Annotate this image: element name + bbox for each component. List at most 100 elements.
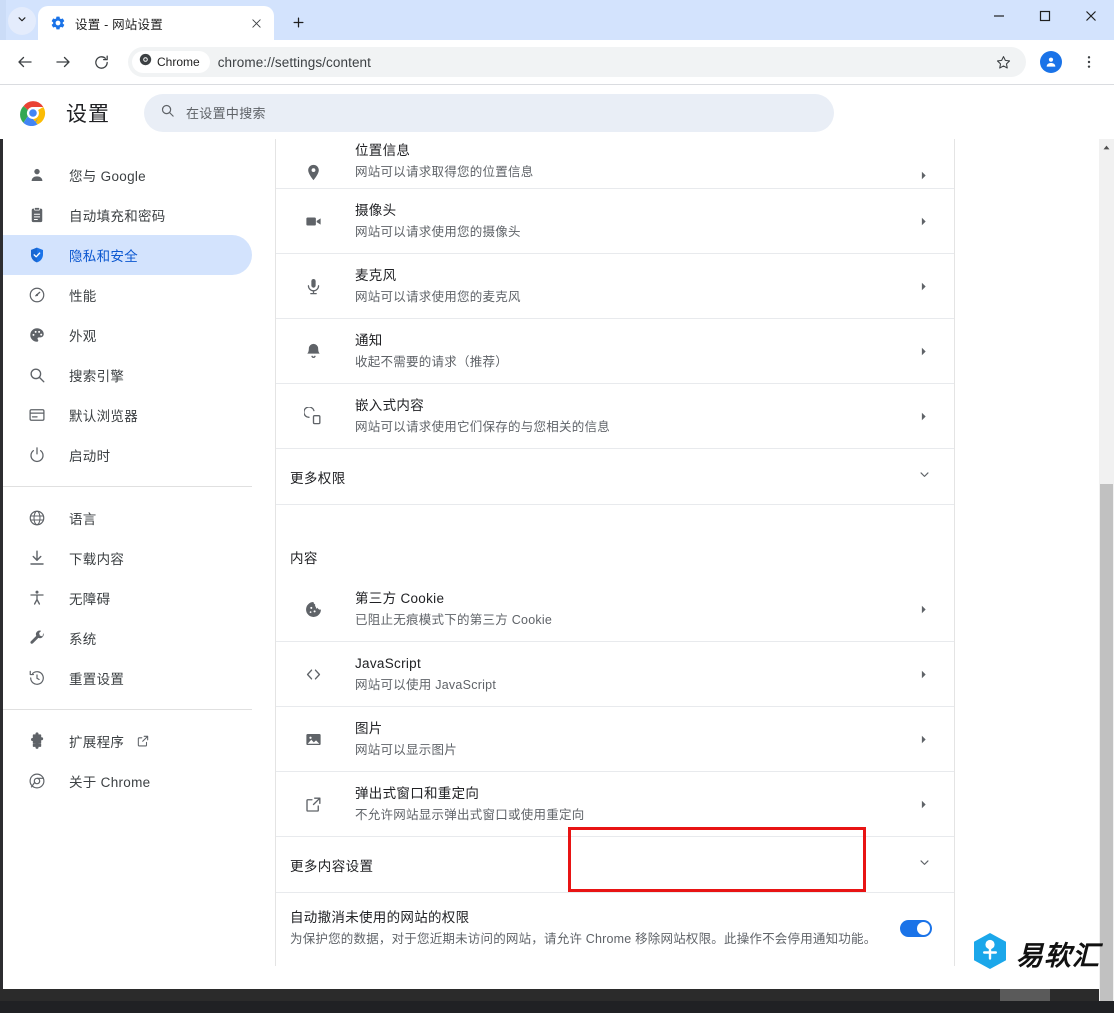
chrome-origin-chip[interactable]: Chrome	[132, 51, 210, 73]
setting-row-subtitle: 收起不需要的请求（推荐）	[355, 354, 509, 369]
sidebar-item-label: 重置设置	[69, 672, 125, 687]
sidebar-item-label: 系统	[69, 632, 97, 647]
wrench-icon	[27, 628, 47, 648]
browser-tab-settings[interactable]: 设置 - 网站设置	[38, 6, 274, 40]
chevron-right-icon[interactable]	[914, 733, 932, 746]
accessibility-icon	[27, 588, 47, 608]
setting-row-popups-redirects[interactable]: 弹出式窗口和重定向 不允许网站显示弹出式窗口或使用重定向	[276, 772, 954, 837]
chevron-right-icon[interactable]	[914, 603, 932, 616]
new-tab-button[interactable]	[284, 8, 312, 36]
setting-row-title: JavaScript	[355, 655, 422, 671]
setting-row-notifications[interactable]: 通知 收起不需要的请求（推荐）	[276, 319, 954, 384]
chevron-right-icon[interactable]	[914, 668, 932, 681]
setting-row-camera[interactable]: 摄像头 网站可以请求使用您的摄像头	[276, 189, 954, 254]
setting-row-location[interactable]: 位置信息 网站可以请求取得您的位置信息	[276, 139, 954, 189]
sidebar-item-label: 语言	[69, 512, 97, 527]
chevron-right-icon[interactable]	[914, 169, 932, 182]
sidebar-item-accessibility[interactable]: 无障碍	[3, 578, 252, 618]
reload-button[interactable]	[86, 47, 116, 77]
setting-row-embedded-content[interactable]: 嵌入式内容 网站可以请求使用它们保存的与您相关的信息	[276, 384, 954, 449]
setting-row-images[interactable]: 图片 网站可以显示图片	[276, 707, 954, 772]
taskbar-segment-active	[1000, 989, 1050, 1001]
sidebar-item-search-engine[interactable]: 搜索引擎	[3, 355, 252, 395]
setting-row-subtitle: 网站可以显示图片	[355, 742, 458, 757]
back-arrow-icon	[18, 56, 32, 68]
sidebar-item-about-chrome[interactable]: 关于 Chrome	[3, 761, 252, 801]
window-controls	[976, 0, 1114, 40]
sidebar-item-label: 无障碍	[69, 592, 111, 607]
settings-body: 您与 Google 自动填充和密码 隐私和安全 性能 外观 搜索引擎 默认浏览器…	[0, 139, 1114, 1001]
chevron-right-icon[interactable]	[914, 345, 932, 358]
person-icon	[27, 165, 47, 185]
setting-row-subtitle: 网站可以请求使用您的摄像头	[355, 224, 521, 239]
tab-strip: 设置 - 网站设置	[0, 0, 1114, 40]
address-bar-url: chrome://settings/content	[217, 54, 372, 70]
maximize-button[interactable]	[1022, 0, 1068, 32]
forward-arrow-icon	[56, 56, 70, 68]
sidebar-item-performance[interactable]: 性能	[3, 275, 252, 315]
plus-icon	[293, 17, 303, 27]
sidebar-item-label: 关于 Chrome	[69, 775, 151, 790]
settings-search-box[interactable]: 在设置中搜索	[144, 93, 834, 132]
expander-more-permissions[interactable]: 更多权限	[276, 449, 954, 505]
setting-row-subtitle: 网站可以请求使用它们保存的与您相关的信息	[355, 419, 611, 434]
section-header-label: 内容	[290, 551, 318, 566]
sidebar-item-extensions[interactable]: 扩展程序	[3, 721, 252, 761]
chevron-down-icon[interactable]	[917, 467, 932, 487]
code-brackets-icon	[302, 665, 324, 684]
chevron-right-icon[interactable]	[914, 280, 932, 293]
setting-row-subtitle: 为保护您的数据，对于您近期未访问的网站，请允许 Chrome 移除网站权限。此操…	[290, 932, 877, 946]
sidebar-item-label: 隐私和安全	[69, 249, 138, 264]
chevron-right-icon[interactable]	[914, 215, 932, 228]
setting-row-title: 摄像头	[355, 202, 397, 218]
scrollbar-thumb[interactable]	[1100, 484, 1113, 1001]
sidebar-item-appearance[interactable]: 外观	[3, 315, 252, 355]
sidebar-item-reset-settings[interactable]: 重置设置	[3, 658, 252, 698]
sidebar-item-label: 启动时	[69, 449, 111, 464]
close-window-button[interactable]	[1068, 0, 1114, 32]
chevron-right-icon[interactable]	[914, 798, 932, 811]
setting-row-auto-revoke-permissions[interactable]: 自动撤消未使用的网站的权限 为保护您的数据，对于您近期未访问的网站，请允许 Ch…	[276, 893, 954, 966]
browser-menu-button[interactable]	[1074, 47, 1104, 77]
sidebar-divider-1	[3, 486, 252, 487]
sidebar-item-you-and-google[interactable]: 您与 Google	[3, 155, 252, 195]
setting-row-title: 位置信息	[355, 143, 411, 158]
address-bar[interactable]: Chrome chrome://settings/content	[128, 47, 1026, 77]
image-icon	[302, 730, 324, 749]
chevron-right-icon[interactable]	[914, 410, 932, 423]
minimize-button[interactable]	[976, 0, 1022, 32]
content-scrollbar[interactable]	[1099, 139, 1114, 1001]
tab-search-button[interactable]	[8, 7, 36, 35]
chevron-down-icon[interactable]	[917, 855, 932, 875]
sidebar-item-on-startup[interactable]: 启动时	[3, 435, 252, 475]
sidebar-item-default-browser[interactable]: 默认浏览器	[3, 395, 252, 435]
setting-row-text: JavaScript 网站可以使用 JavaScript	[355, 654, 914, 695]
open-in-new-icon	[136, 734, 150, 748]
clipboard-icon	[27, 205, 47, 225]
sidebar-item-label: 默认浏览器	[69, 409, 138, 424]
sidebar-item-autofill-passwords[interactable]: 自动填充和密码	[3, 195, 252, 235]
reload-icon	[94, 54, 108, 69]
forward-button[interactable]	[48, 47, 78, 77]
sidebar-item-downloads[interactable]: 下载内容	[3, 538, 252, 578]
setting-row-javascript[interactable]: JavaScript 网站可以使用 JavaScript	[276, 642, 954, 707]
sidebar-item-system[interactable]: 系统	[3, 618, 252, 658]
profile-button[interactable]	[1036, 47, 1066, 77]
close-icon[interactable]	[246, 13, 266, 33]
sidebar-item-languages[interactable]: 语言	[3, 498, 252, 538]
bookmark-button[interactable]	[988, 47, 1018, 77]
sidebar-item-label: 扩展程序	[69, 735, 125, 750]
settings-gear-icon	[50, 15, 66, 31]
expander-more-content-settings[interactable]: 更多内容设置	[276, 837, 954, 893]
back-button[interactable]	[10, 47, 40, 77]
auto-revoke-toggle[interactable]	[900, 920, 932, 937]
close-icon	[1086, 11, 1096, 21]
search-input[interactable]: 在设置中搜索	[186, 103, 266, 122]
sidebar-item-privacy-security[interactable]: 隐私和安全	[3, 235, 252, 275]
setting-row-third-party-cookies[interactable]: 第三方 Cookie 已阻止无痕模式下的第三方 Cookie	[276, 577, 954, 642]
setting-row-microphone[interactable]: 麦克风 网站可以请求使用您的麦克风	[276, 254, 954, 319]
scrollbar-up-arrow[interactable]	[1099, 139, 1114, 155]
sidebar-item-label: 下载内容	[69, 552, 125, 567]
maximize-icon	[1039, 10, 1051, 22]
setting-row-text: 位置信息 网站可以请求取得您的位置信息	[355, 143, 914, 182]
